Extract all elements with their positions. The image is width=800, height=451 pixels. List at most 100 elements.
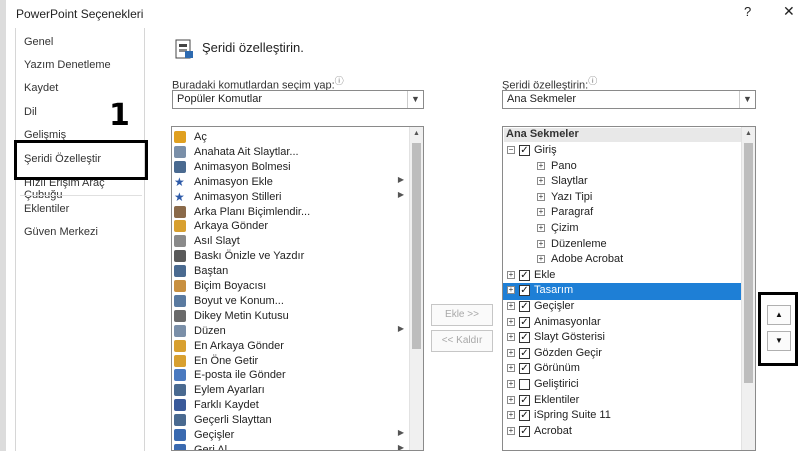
move-down-button[interactable]: ▼ <box>767 331 791 351</box>
command-item[interactable]: Boyut ve Konum... <box>172 294 408 309</box>
ribbon-target-select[interactable]: Ana Sekmeler ▼ <box>502 90 756 109</box>
tree-item[interactable]: + ✓ Görünüm <box>503 361 741 378</box>
command-item[interactable]: Anahata Ait Slaytlar... <box>172 145 408 160</box>
tree-item[interactable]: + ✓ Animasyonlar <box>503 315 741 332</box>
tab-checkbox[interactable]: ✓ <box>519 394 530 406</box>
command-item[interactable]: Geçerli Slayttan <box>172 413 408 428</box>
expand-icon[interactable]: + <box>537 192 545 201</box>
sidebar-item-hizli-erisim[interactable]: Hızlı Erişim Araç Çubuğu <box>24 177 144 201</box>
tree-item[interactable]: + Düzenleme <box>503 237 741 254</box>
tab-checkbox[interactable]: ✓ <box>519 410 530 422</box>
ribbon-tree[interactable]: Ana Sekmeler − ✓ Giriş + Pano + Slaytlar + Yazı … <box>502 126 756 451</box>
tree-item-label: Tasarım <box>534 284 574 297</box>
sidebar-item-guven-merkezi[interactable]: Güven Merkezi <box>24 226 98 238</box>
tree-item[interactable]: + ✓ Ekle <box>503 268 741 285</box>
sidebar-item-genel[interactable]: Genel <box>24 36 53 48</box>
command-item[interactable]: Geçişler ▶ <box>172 428 408 443</box>
tree-item[interactable]: + Geliştirici <box>503 377 741 394</box>
tab-checkbox[interactable]: ✓ <box>519 332 530 344</box>
tab-checkbox[interactable]: ✓ <box>519 145 530 156</box>
expand-icon[interactable]: + <box>507 286 515 295</box>
expand-icon[interactable]: + <box>507 333 515 342</box>
tree-item[interactable]: + ✓ Gözden Geçir <box>503 346 741 363</box>
command-item[interactable]: Düzen ▶ <box>172 324 408 339</box>
expand-icon[interactable]: + <box>507 302 515 310</box>
tree-item[interactable]: + ✓ Slayt Gösterisi <box>503 330 741 347</box>
expand-icon[interactable]: + <box>507 317 515 326</box>
command-item[interactable]: Animasyon Bolmesi <box>172 160 408 175</box>
expand-icon[interactable]: + <box>537 224 545 232</box>
commands-list[interactable]: Aç Anahata Ait Slaytlar... Animasyon Bolme… <box>171 126 424 451</box>
collapse-icon[interactable]: − <box>507 146 515 154</box>
expand-icon[interactable]: + <box>507 426 515 435</box>
expand-icon[interactable]: + <box>507 395 515 404</box>
expand-icon[interactable]: + <box>537 208 545 217</box>
commands-source-select[interactable]: Popüler Komutlar ▼ <box>172 90 424 109</box>
tab-checkbox[interactable]: ✓ <box>519 316 530 328</box>
sidebar-item-eklentiler[interactable]: Eklentiler <box>24 203 69 215</box>
tab-checkbox[interactable]: ✓ <box>519 285 530 297</box>
tree-item[interactable]: − ✓ Giriş <box>503 143 741 160</box>
expand-icon[interactable]: + <box>507 348 515 357</box>
expand-icon[interactable]: + <box>507 364 515 373</box>
scroll-up-icon[interactable]: ▲ <box>410 127 423 141</box>
tree-item[interactable]: + ✓ Acrobat <box>503 424 741 441</box>
command-item[interactable]: Baştan <box>172 264 408 279</box>
commands-scrollbar[interactable]: ▲ <box>409 127 423 450</box>
submenu-arrow-icon: ▶ <box>397 442 404 451</box>
close-button[interactable]: ✕ <box>783 3 795 20</box>
tab-checkbox[interactable] <box>519 379 530 390</box>
scroll-thumb[interactable] <box>412 143 421 349</box>
command-item[interactable]: Arka Planı Biçimlendir... <box>172 205 408 220</box>
tree-item[interactable]: + ✓ Geçişler <box>503 299 741 316</box>
expand-icon[interactable]: + <box>507 411 515 420</box>
tree-item[interactable]: + ✓ Eklentiler <box>503 393 741 410</box>
command-item[interactable]: Aç <box>172 130 408 145</box>
command-item[interactable]: En Arkaya Gönder <box>172 339 408 354</box>
command-item[interactable]: Dikey Metin Kutusu <box>172 309 408 324</box>
tree-item[interactable]: + Paragraf <box>503 205 741 222</box>
command-item[interactable]: Arkaya Gönder <box>172 219 408 234</box>
sidebar-item-yazim-denetleme[interactable]: Yazım Denetleme <box>24 59 111 71</box>
scroll-up-icon[interactable]: ▲ <box>742 127 755 141</box>
tree-item[interactable]: + Yazı Tipi <box>503 190 741 207</box>
tree-item[interactable]: + Adobe Acrobat <box>503 252 741 269</box>
move-up-button[interactable]: ▲ <box>767 305 791 325</box>
expand-icon[interactable]: + <box>537 177 545 186</box>
command-item[interactable]: ★ Animasyon Ekle ▶ <box>172 175 408 190</box>
scroll-thumb[interactable] <box>744 143 753 383</box>
expand-icon[interactable]: + <box>537 239 545 248</box>
chevron-down-icon[interactable]: ▼ <box>407 91 423 108</box>
expand-icon[interactable]: + <box>537 255 545 264</box>
expand-icon[interactable]: + <box>507 270 515 279</box>
tree-item[interactable]: + Çizim <box>503 221 741 238</box>
expand-icon[interactable]: + <box>537 161 545 170</box>
tree-scrollbar[interactable]: ▲ <box>741 127 755 450</box>
sidebar-item-dil[interactable]: Dil <box>24 106 37 118</box>
command-item[interactable]: Baskı Önizle ve Yazdır <box>172 249 408 264</box>
tree-item[interactable]: + ✓ iSpring Suite 11 <box>503 408 741 425</box>
tab-checkbox[interactable]: ✓ <box>519 301 530 312</box>
tree-item[interactable]: + Slaytlar <box>503 174 741 191</box>
tab-checkbox[interactable]: ✓ <box>519 269 530 281</box>
command-item[interactable]: E-posta ile Gönder <box>172 368 408 383</box>
add-button[interactable]: Ekle >> <box>431 304 493 326</box>
command-item[interactable]: ★ Animasyon Stilleri ▶ <box>172 190 408 205</box>
tab-checkbox[interactable]: ✓ <box>519 425 530 437</box>
tab-checkbox[interactable]: ✓ <box>519 363 530 375</box>
tree-item[interactable]: + ✓ Tasarım <box>503 283 741 301</box>
expand-icon[interactable]: + <box>507 380 515 388</box>
command-item[interactable]: En Öne Getir <box>172 354 408 369</box>
chevron-down-icon[interactable]: ▼ <box>739 91 755 108</box>
remove-button[interactable]: << Kaldır <box>431 330 493 352</box>
tab-checkbox[interactable]: ✓ <box>519 347 530 359</box>
command-item[interactable]: Eylem Ayarları <box>172 383 408 398</box>
command-item[interactable]: Biçim Boyacısı <box>172 279 408 294</box>
command-label: Baştan <box>194 265 229 278</box>
command-item[interactable]: Geri Al ▶ <box>172 442 408 451</box>
help-button[interactable]: ? <box>744 4 751 19</box>
sidebar-item-kaydet[interactable]: Kaydet <box>24 82 58 94</box>
command-item[interactable]: Farklı Kaydet <box>172 398 408 413</box>
command-item[interactable]: Asıl Slayt <box>172 234 408 249</box>
tree-item[interactable]: + Pano <box>503 159 741 176</box>
